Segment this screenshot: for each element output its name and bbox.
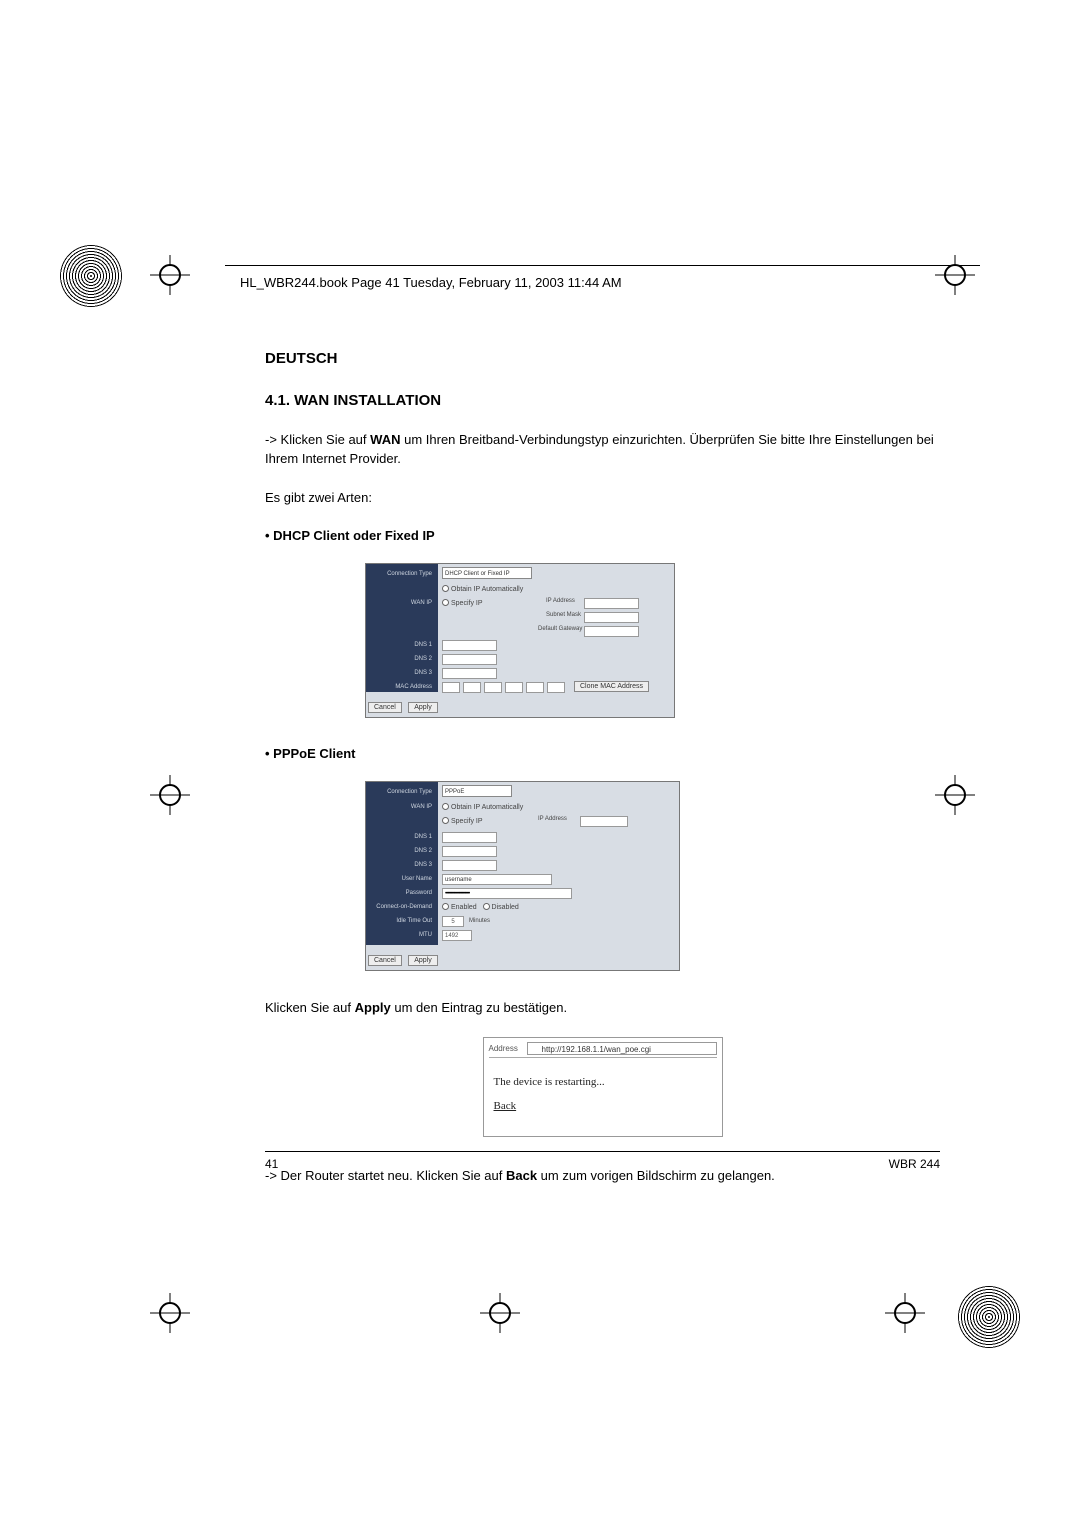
bullet-pppoe: • PPPoE Client bbox=[265, 746, 940, 761]
pppoe-minutes-label: Minutes bbox=[469, 918, 490, 924]
crop-register-icon bbox=[480, 1293, 520, 1333]
crop-register-icon bbox=[935, 255, 975, 295]
mac-seg-2[interactable] bbox=[484, 682, 502, 693]
pppoe-cod-options: Enabled Disabled bbox=[442, 900, 519, 915]
model-number: WBR 244 bbox=[889, 1157, 940, 1171]
corner-ornament-bottom-right bbox=[958, 1286, 1020, 1348]
dhcp-ipaddr-label: IP Address bbox=[546, 598, 575, 604]
pppoe-ipaddr-field[interactable] bbox=[580, 816, 628, 827]
pppoe-dns1-field[interactable] bbox=[442, 832, 497, 843]
dhcp-gateway-field[interactable] bbox=[584, 626, 639, 637]
dhcp-dns2-field[interactable] bbox=[442, 654, 497, 665]
mac-seg-3[interactable] bbox=[505, 682, 523, 693]
pppoe-dns1-label: DNS 1 bbox=[366, 830, 436, 845]
mac-seg-5[interactable] bbox=[547, 682, 565, 693]
clone-mac-button[interactable]: Clone MAC Address bbox=[574, 681, 649, 692]
crop-register-icon bbox=[150, 1293, 190, 1333]
apply-bold: Apply bbox=[355, 1000, 391, 1015]
pppoe-mtu-label: MTU bbox=[366, 928, 436, 943]
page-top-rule bbox=[225, 265, 980, 266]
pppoe-username-label: User Name bbox=[366, 872, 436, 887]
pppoe-screenshot: Connection Type PPPoE WAN IP Obtain IP A… bbox=[365, 781, 680, 971]
apply-suffix: um den Eintrag zu bestätigen. bbox=[391, 1000, 567, 1015]
pppoe-radio-disabled[interactable]: Disabled bbox=[483, 904, 519, 911]
dhcp-conn-type-select[interactable]: DHCP Client or Fixed IP bbox=[442, 567, 532, 579]
dhcp-ipaddr-field[interactable] bbox=[584, 598, 639, 609]
page-meta-text: HL_WBR244.book Page 41 Tuesday, February… bbox=[240, 275, 622, 290]
restart-screenshot: Address http://192.168.1.1/wan_poe.cgi T… bbox=[483, 1037, 723, 1137]
bullet-dhcp: • DHCP Client oder Fixed IP bbox=[265, 528, 940, 543]
dhcp-apply-button[interactable]: Apply bbox=[408, 702, 438, 713]
crop-register-icon bbox=[150, 775, 190, 815]
dhcp-cancel-button[interactable]: Cancel bbox=[368, 702, 402, 713]
intro-wan-bold: WAN bbox=[370, 432, 400, 447]
back-link[interactable]: Back bbox=[494, 1100, 517, 1112]
dhcp-wanip-label: WAN IP bbox=[366, 596, 436, 611]
mac-seg-0[interactable] bbox=[442, 682, 460, 693]
pppoe-idle-label: Idle Time Out bbox=[366, 914, 436, 929]
dhcp-gateway-label: Default Gateway bbox=[538, 626, 582, 632]
mac-seg-4[interactable] bbox=[526, 682, 544, 693]
pppoe-cancel-button[interactable]: Cancel bbox=[368, 955, 402, 966]
intro-paragraph: -> Klicken Sie auf WAN um Ihren Breitban… bbox=[265, 431, 940, 469]
dhcp-dns1-label: DNS 1 bbox=[366, 638, 436, 653]
pppoe-idle-field[interactable]: 5 bbox=[442, 916, 464, 927]
dhcp-conn-type-label: Connection Type bbox=[366, 567, 436, 582]
pppoe-password-field[interactable]: •••••••••••••••••••••• bbox=[442, 888, 572, 899]
pppoe-radio-enabled[interactable]: Enabled bbox=[442, 904, 477, 911]
dhcp-subnet-field[interactable] bbox=[584, 612, 639, 623]
corner-ornament-top-left bbox=[60, 245, 122, 307]
address-url-field[interactable]: http://192.168.1.1/wan_poe.cgi bbox=[527, 1042, 717, 1055]
dhcp-dns2-label: DNS 2 bbox=[366, 652, 436, 667]
language-heading: DEUTSCH bbox=[265, 350, 940, 367]
pppoe-conn-type-label: Connection Type bbox=[366, 785, 436, 800]
dhcp-radio-specify[interactable]: Specify IP bbox=[442, 596, 483, 611]
dhcp-dns1-field[interactable] bbox=[442, 640, 497, 651]
pppoe-conn-type-select[interactable]: PPPoE bbox=[442, 785, 512, 797]
two-types-text: Es gibt zwei Arten: bbox=[265, 489, 940, 508]
dhcp-mac-label: MAC Address bbox=[366, 680, 436, 695]
pppoe-cod-label: Connect-on-Demand bbox=[366, 900, 436, 915]
address-label: Address bbox=[489, 1044, 518, 1053]
pppoe-dns2-field[interactable] bbox=[442, 846, 497, 857]
pppoe-wanip-label: WAN IP bbox=[366, 800, 436, 815]
pppoe-password-label: Password bbox=[366, 886, 436, 901]
dhcp-screenshot: Connection Type DHCP Client or Fixed IP … bbox=[365, 563, 675, 718]
pppoe-radio-obtain[interactable]: Obtain IP Automatically bbox=[442, 800, 523, 815]
crop-register-icon bbox=[885, 1293, 925, 1333]
dhcp-subnet-label: Subnet Mask bbox=[546, 612, 581, 618]
intro-prefix: -> Klicken Sie auf bbox=[265, 432, 370, 447]
dhcp-dns3-field[interactable] bbox=[442, 668, 497, 679]
apply-prefix: Klicken Sie auf bbox=[265, 1000, 355, 1015]
pppoe-apply-button[interactable]: Apply bbox=[408, 955, 438, 966]
pppoe-dns3-label: DNS 3 bbox=[366, 858, 436, 873]
pppoe-radio-specify[interactable]: Specify IP bbox=[442, 814, 483, 829]
pppoe-username-field[interactable]: username bbox=[442, 874, 552, 885]
crop-register-icon bbox=[150, 255, 190, 295]
page-number: 41 bbox=[265, 1157, 278, 1171]
mac-seg-1[interactable] bbox=[463, 682, 481, 693]
section-heading: 4.1. WAN INSTALLATION bbox=[265, 392, 940, 409]
pppoe-ipaddr-label: IP Address bbox=[538, 816, 567, 822]
restart-message: The device is restarting... bbox=[494, 1076, 605, 1088]
page-footer: 41 WBR 244 bbox=[265, 1157, 940, 1171]
pppoe-dns2-label: DNS 2 bbox=[366, 844, 436, 859]
dhcp-dns3-label: DNS 3 bbox=[366, 666, 436, 681]
pppoe-mtu-field[interactable]: 1492 bbox=[442, 930, 472, 941]
crop-register-icon bbox=[935, 775, 975, 815]
apply-paragraph: Klicken Sie auf Apply um den Eintrag zu … bbox=[265, 999, 940, 1018]
pppoe-dns3-field[interactable] bbox=[442, 860, 497, 871]
dhcp-radio-obtain[interactable]: Obtain IP Automatically bbox=[442, 582, 523, 597]
